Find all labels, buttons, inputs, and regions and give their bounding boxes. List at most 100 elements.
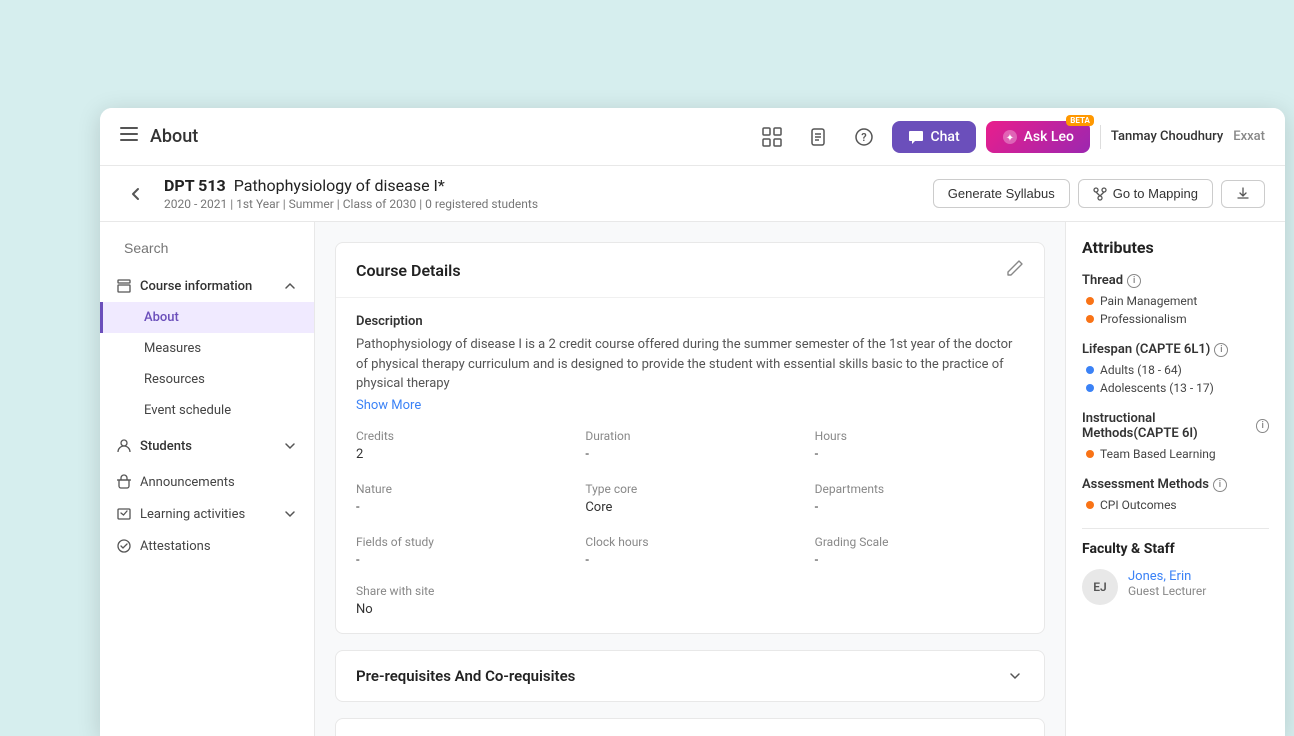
course-details-title: Course Details	[356, 261, 461, 280]
edit-icon[interactable]	[1006, 259, 1024, 281]
back-button[interactable]	[120, 178, 152, 210]
description-text: Pathophysiology of disease I is a 2 cred…	[356, 335, 1024, 394]
go-to-mapping-button[interactable]: Go to Mapping	[1078, 179, 1213, 208]
show-more-link[interactable]: Show More	[356, 398, 1024, 413]
document-icon[interactable]	[800, 119, 836, 155]
detail-fields-of-study: Fields of study -	[356, 535, 565, 568]
students-label: Students	[140, 439, 192, 454]
lifespan-dot-adolescents	[1086, 384, 1094, 392]
sidebar-item-resources[interactable]: Resources	[100, 364, 314, 395]
generate-syllabus-button[interactable]: Generate Syllabus	[933, 179, 1070, 208]
sidebar-section-course-information: Course information About Measures Resour…	[100, 270, 314, 426]
course-details-header: Course Details	[336, 243, 1044, 298]
sidebar: ❮ Course information About	[100, 222, 315, 736]
svg-text:✦: ✦	[1005, 133, 1013, 144]
svg-text:?: ?	[862, 131, 867, 144]
right-panel: Attributes Thread i Pain Management Prof…	[1065, 222, 1285, 736]
instructional-dot-team	[1086, 450, 1094, 458]
help-icon[interactable]: ?	[846, 119, 882, 155]
lifespan-dot-adults	[1086, 366, 1094, 374]
faculty-section: Faculty & Staff EJ Jones, Erin Guest Lec…	[1082, 528, 1269, 605]
assessment-section: Assessment Methods i CPI Outcomes	[1082, 477, 1269, 512]
user-org: Exxat	[1233, 129, 1265, 144]
topbar-title: About	[150, 126, 198, 147]
instructional-label: Instructional Methods(CAPTE 6I) i	[1082, 411, 1269, 441]
export-button[interactable]	[1221, 180, 1265, 208]
detail-duration: Duration -	[585, 429, 794, 462]
detail-grading-scale: Grading Scale -	[815, 535, 1024, 568]
sidebar-item-about[interactable]: About	[100, 302, 314, 333]
details-grid: Credits 2 Duration - Hours - Nature	[356, 429, 1024, 568]
sidebar-search[interactable]: ❮	[100, 234, 314, 262]
course-meta: 2020 - 2021 | 1st Year | Summer | Class …	[164, 197, 921, 211]
faculty-member-jones: EJ Jones, Erin Guest Lecturer	[1082, 569, 1269, 605]
thread-info-icon[interactable]: i	[1127, 274, 1141, 288]
topbar-right: ? Chat BETA ✦ Ask Leo Tanmay Choudhury E…	[754, 119, 1265, 155]
faculty-name[interactable]: Jones, Erin	[1128, 569, 1206, 584]
course-info: DPT 513 Pathophysiology of disease I* 20…	[164, 176, 921, 211]
sidebar-item-measures[interactable]: Measures	[100, 333, 314, 364]
assessment-item-cpi: CPI Outcomes	[1082, 498, 1269, 512]
thread-section: Thread i Pain Management Professionalism	[1082, 273, 1269, 326]
chat-button[interactable]: Chat	[892, 121, 975, 153]
sidebar-item-learning-activities[interactable]: Learning activities	[100, 498, 314, 530]
ask-leo-button[interactable]: BETA ✦ Ask Leo	[986, 121, 1090, 153]
instructional-section: Instructional Methods(CAPTE 6I) i Team B…	[1082, 411, 1269, 461]
lifespan-item-adults: Adults (18 - 64)	[1082, 363, 1269, 377]
main-content: Course Details Description Pathophysiolo…	[315, 222, 1065, 736]
instructional-item-team: Team Based Learning	[1082, 447, 1269, 461]
beta-badge: BETA	[1066, 115, 1094, 126]
course-header: DPT 513 Pathophysiology of disease I* 20…	[100, 166, 1285, 222]
assessment-info-icon[interactable]: i	[1213, 478, 1227, 492]
lifespan-item-adolescents: Adolescents (13 - 17)	[1082, 381, 1269, 395]
separator	[1100, 125, 1101, 149]
thread-dot-professionalism	[1086, 315, 1094, 323]
lifespan-section: Lifespan (CAPTE 6L1) i Adults (18 - 64) …	[1082, 342, 1269, 395]
thread-item-pain: Pain Management	[1082, 294, 1269, 308]
share-with-site: Share with site No	[356, 584, 1024, 617]
course-information-label: Course information	[140, 279, 252, 294]
main-layout: ❮ Course information About	[100, 222, 1285, 736]
attestations-label: Attestations	[140, 539, 211, 554]
menu-icon[interactable]	[120, 125, 138, 148]
lifespan-label: Lifespan (CAPTE 6L1) i	[1082, 342, 1269, 357]
sidebar-section-header-course-information[interactable]: Course information	[100, 270, 314, 302]
prerequisites-card: Pre-requisites And Co-requisites	[335, 650, 1045, 702]
sidebar-item-attestations[interactable]: Attestations	[100, 530, 314, 562]
sidebar-section-header-students[interactable]: Students	[100, 430, 314, 462]
assessment-label: Assessment Methods i	[1082, 477, 1269, 492]
chat-label: Chat	[930, 129, 959, 145]
faculty-avatar-ej: EJ	[1082, 569, 1118, 605]
assessment-dot-cpi	[1086, 501, 1094, 509]
textbooks-card: Textbooks And Other Resources Required	[335, 718, 1045, 736]
course-actions: Generate Syllabus Go to Mapping	[933, 179, 1265, 208]
sidebar-section-students: Students	[100, 430, 314, 462]
course-code: DPT 513	[164, 176, 226, 195]
apps-icon[interactable]	[754, 119, 790, 155]
detail-nature: Nature -	[356, 482, 565, 515]
learning-activities-label: Learning activities	[140, 507, 245, 522]
user-name: Tanmay Choudhury	[1111, 129, 1223, 144]
textbooks-header: Textbooks And Other Resources	[336, 719, 1044, 736]
attributes-title: Attributes	[1082, 238, 1269, 257]
instructional-info-icon[interactable]: i	[1256, 419, 1269, 433]
sidebar-item-event-schedule[interactable]: Event schedule	[100, 395, 314, 426]
search-input[interactable]	[124, 240, 305, 256]
topbar: About	[100, 108, 1285, 166]
thread-label: Thread i	[1082, 273, 1269, 288]
prerequisites-title: Pre-requisites And Co-requisites	[356, 667, 575, 685]
detail-hours: Hours -	[815, 429, 1024, 462]
faculty-info: Jones, Erin Guest Lecturer	[1128, 569, 1206, 598]
prerequisites-header[interactable]: Pre-requisites And Co-requisites	[336, 651, 1044, 701]
detail-credits: Credits 2	[356, 429, 565, 462]
lifespan-info-icon[interactable]: i	[1214, 343, 1228, 357]
faculty-title: Faculty & Staff	[1082, 528, 1269, 557]
topbar-left: About	[120, 125, 742, 148]
detail-departments: Departments -	[815, 482, 1024, 515]
thread-item-professionalism: Professionalism	[1082, 312, 1269, 326]
course-details-body: Description Pathophysiology of disease I…	[336, 298, 1044, 633]
course-details-card: Course Details Description Pathophysiolo…	[335, 242, 1045, 634]
ask-leo-label: Ask Leo	[1024, 129, 1074, 145]
sidebar-item-announcements[interactable]: Announcements	[100, 466, 314, 498]
faculty-role: Guest Lecturer	[1128, 584, 1206, 598]
